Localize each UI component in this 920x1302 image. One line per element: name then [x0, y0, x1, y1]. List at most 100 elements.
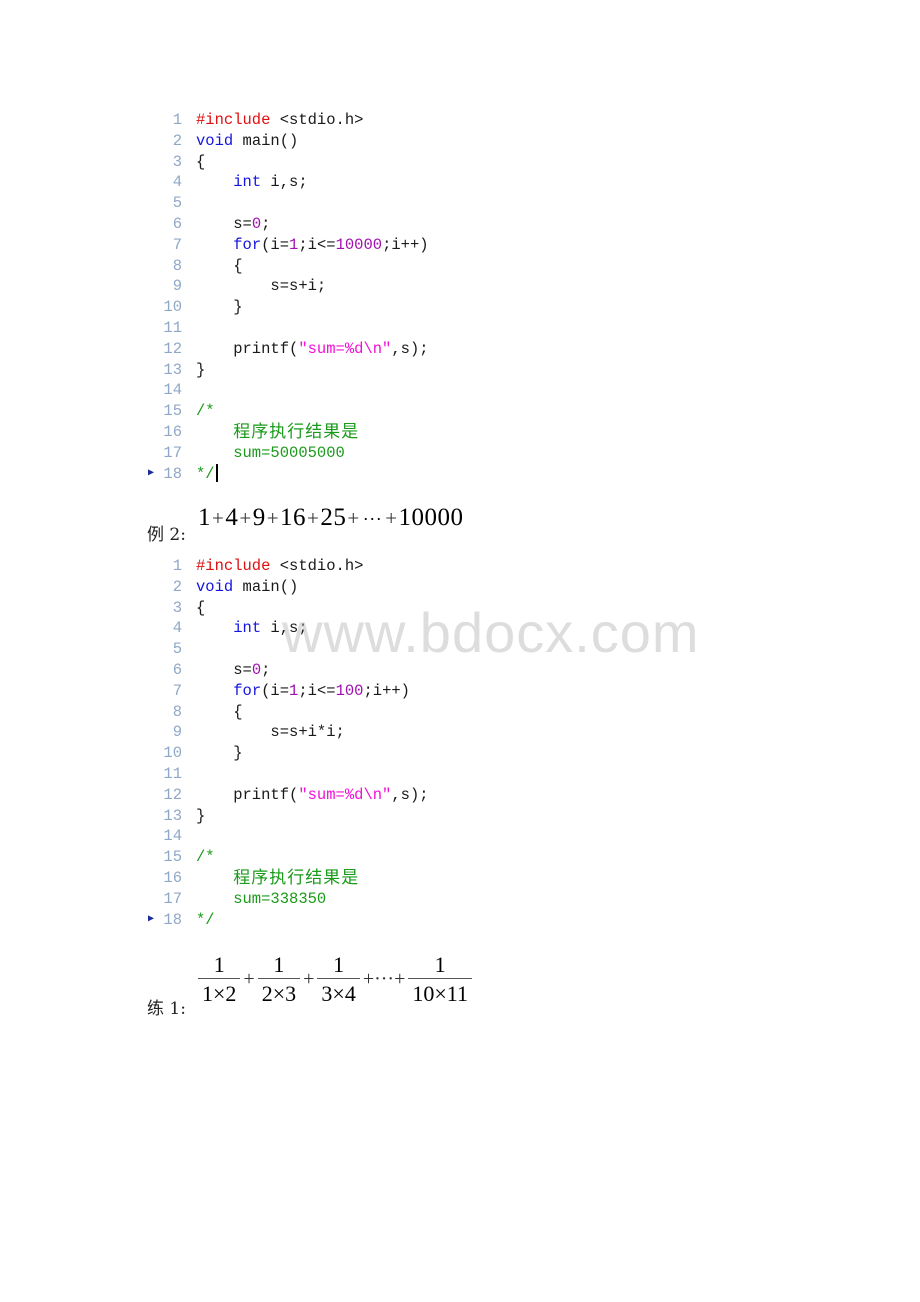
code-line: 16 程序执行结果是	[146, 868, 566, 889]
code-line: 2 void main()	[146, 577, 566, 598]
code-token: /*	[196, 848, 215, 867]
line-number: 16	[163, 868, 182, 887]
code-token: s=	[196, 214, 252, 233]
fraction-denominator: 10×11	[408, 978, 472, 1007]
line-number: 12	[163, 339, 182, 358]
code-token: "sum=%d\n"	[298, 339, 392, 358]
line-number: 16	[163, 422, 182, 441]
line-number: 5	[172, 640, 182, 659]
code-text: sum=338350	[196, 889, 326, 910]
code-line: 15 /*	[146, 847, 566, 868]
fraction: 1 3×4	[317, 952, 360, 1007]
code-line: 13}	[146, 806, 566, 827]
code-token: }	[196, 806, 206, 825]
code-token: #include	[196, 557, 271, 575]
code-token: 10000	[335, 235, 383, 254]
code-text: }	[196, 806, 205, 827]
code-text: #include <stdio.h>	[196, 110, 363, 131]
code-text: s=s+i;	[196, 276, 326, 297]
code-token: main()	[233, 131, 299, 150]
code-token: 0	[251, 660, 262, 679]
code-token: 程序执行结果是	[233, 421, 360, 442]
line-number: 18	[163, 464, 182, 483]
operator: +···+	[362, 968, 406, 990]
code-token: for	[233, 681, 262, 700]
code-token: #include	[196, 111, 271, 129]
code-token: ,s);	[391, 785, 429, 804]
code-token: 程序执行结果是	[233, 867, 360, 888]
line-number: 15	[163, 848, 182, 867]
formula-term: 4	[225, 504, 239, 531]
line-number: 5	[172, 194, 182, 213]
code-line: 15 /*	[146, 401, 566, 422]
code-text: #include <stdio.h>	[196, 556, 363, 577]
line-number: 14	[163, 381, 182, 400]
code-token: for	[233, 235, 262, 254]
code-token: /*	[196, 402, 215, 421]
code-line: 16 程序执行结果是	[146, 422, 566, 443]
code-text: s=0;	[196, 660, 270, 681]
code-text: /*	[196, 401, 215, 422]
code-listing-example-2: 1 #include <stdio.h> 2 void main() 3{4 int i…	[146, 556, 566, 930]
fraction-denominator: 3×4	[317, 978, 360, 1007]
code-token: 0	[251, 214, 262, 233]
code-text: void main()	[196, 131, 298, 152]
code-token: ;i<=	[298, 681, 336, 700]
code-token: {	[196, 598, 206, 617]
code-token: "sum=%d\n"	[298, 785, 392, 804]
code-text: /*	[196, 847, 215, 868]
exercise-1-formula: 1 1×2 +1 2×3 +1 3×4 +···+ 1 10×11	[196, 952, 474, 1007]
code-token: <stdio.h>	[270, 111, 364, 129]
plus-operator: +	[385, 506, 398, 530]
fraction: 1 1×2	[198, 952, 241, 1007]
code-token: 1	[289, 235, 299, 254]
code-line: 1 #include <stdio.h>	[146, 110, 566, 131]
code-line: 2 void main()	[146, 131, 566, 152]
code-token: (i=	[261, 235, 290, 254]
code-token: {	[196, 152, 206, 171]
code-line: 8 {	[146, 256, 566, 277]
code-token: {	[196, 256, 243, 275]
code-text: printf("sum=%d\n",s);	[196, 785, 429, 806]
code-text: for(i=1;i<=10000;i++)	[196, 235, 428, 256]
code-line: 10 }	[146, 743, 566, 764]
example-2-formula: 1+4+9+16+25+ ··· +10000	[198, 504, 464, 532]
fraction-denominator: 1×2	[198, 978, 241, 1007]
fraction-numerator: 1	[333, 952, 345, 977]
code-listing-example-1: 1 #include <stdio.h> 2 void main() 3{4 int i…	[146, 110, 566, 484]
code-token: printf(	[196, 785, 299, 804]
code-token: }	[196, 298, 243, 317]
code-token: void	[196, 131, 234, 150]
line-number: 2	[172, 131, 182, 150]
code-token: int	[233, 619, 262, 638]
code-text: printf("sum=%d\n",s);	[196, 339, 428, 360]
line-number: 7	[172, 235, 182, 254]
code-text: int i,s;	[196, 172, 307, 193]
formula-term: 16	[280, 504, 307, 531]
plus-operator: +	[212, 506, 225, 530]
code-text: sum=50005000	[196, 443, 345, 464]
line-number: 8	[172, 702, 182, 721]
formula-term: 9	[252, 504, 266, 531]
line-number: 17	[163, 889, 182, 908]
code-text: for(i=1;i<=100;i++)	[196, 681, 410, 702]
line-number: 9	[172, 723, 182, 742]
line-number: 9	[172, 277, 182, 296]
formula-term: ···	[362, 509, 383, 529]
line-number: 1	[172, 557, 182, 575]
code-token: */	[196, 464, 215, 483]
code-token: sum=338350	[196, 889, 327, 908]
line-number: 3	[172, 598, 182, 617]
code-line: 12 printf("sum=%d\n",s);	[146, 785, 566, 806]
code-line: 8 {	[146, 702, 566, 723]
code-text: }	[196, 297, 243, 318]
code-line: 3{	[146, 598, 566, 619]
code-token: <stdio.h>	[270, 557, 364, 575]
code-token: main()	[233, 577, 299, 596]
code-line: 4 int i,s;	[146, 172, 566, 193]
line-number: 13	[163, 360, 182, 379]
